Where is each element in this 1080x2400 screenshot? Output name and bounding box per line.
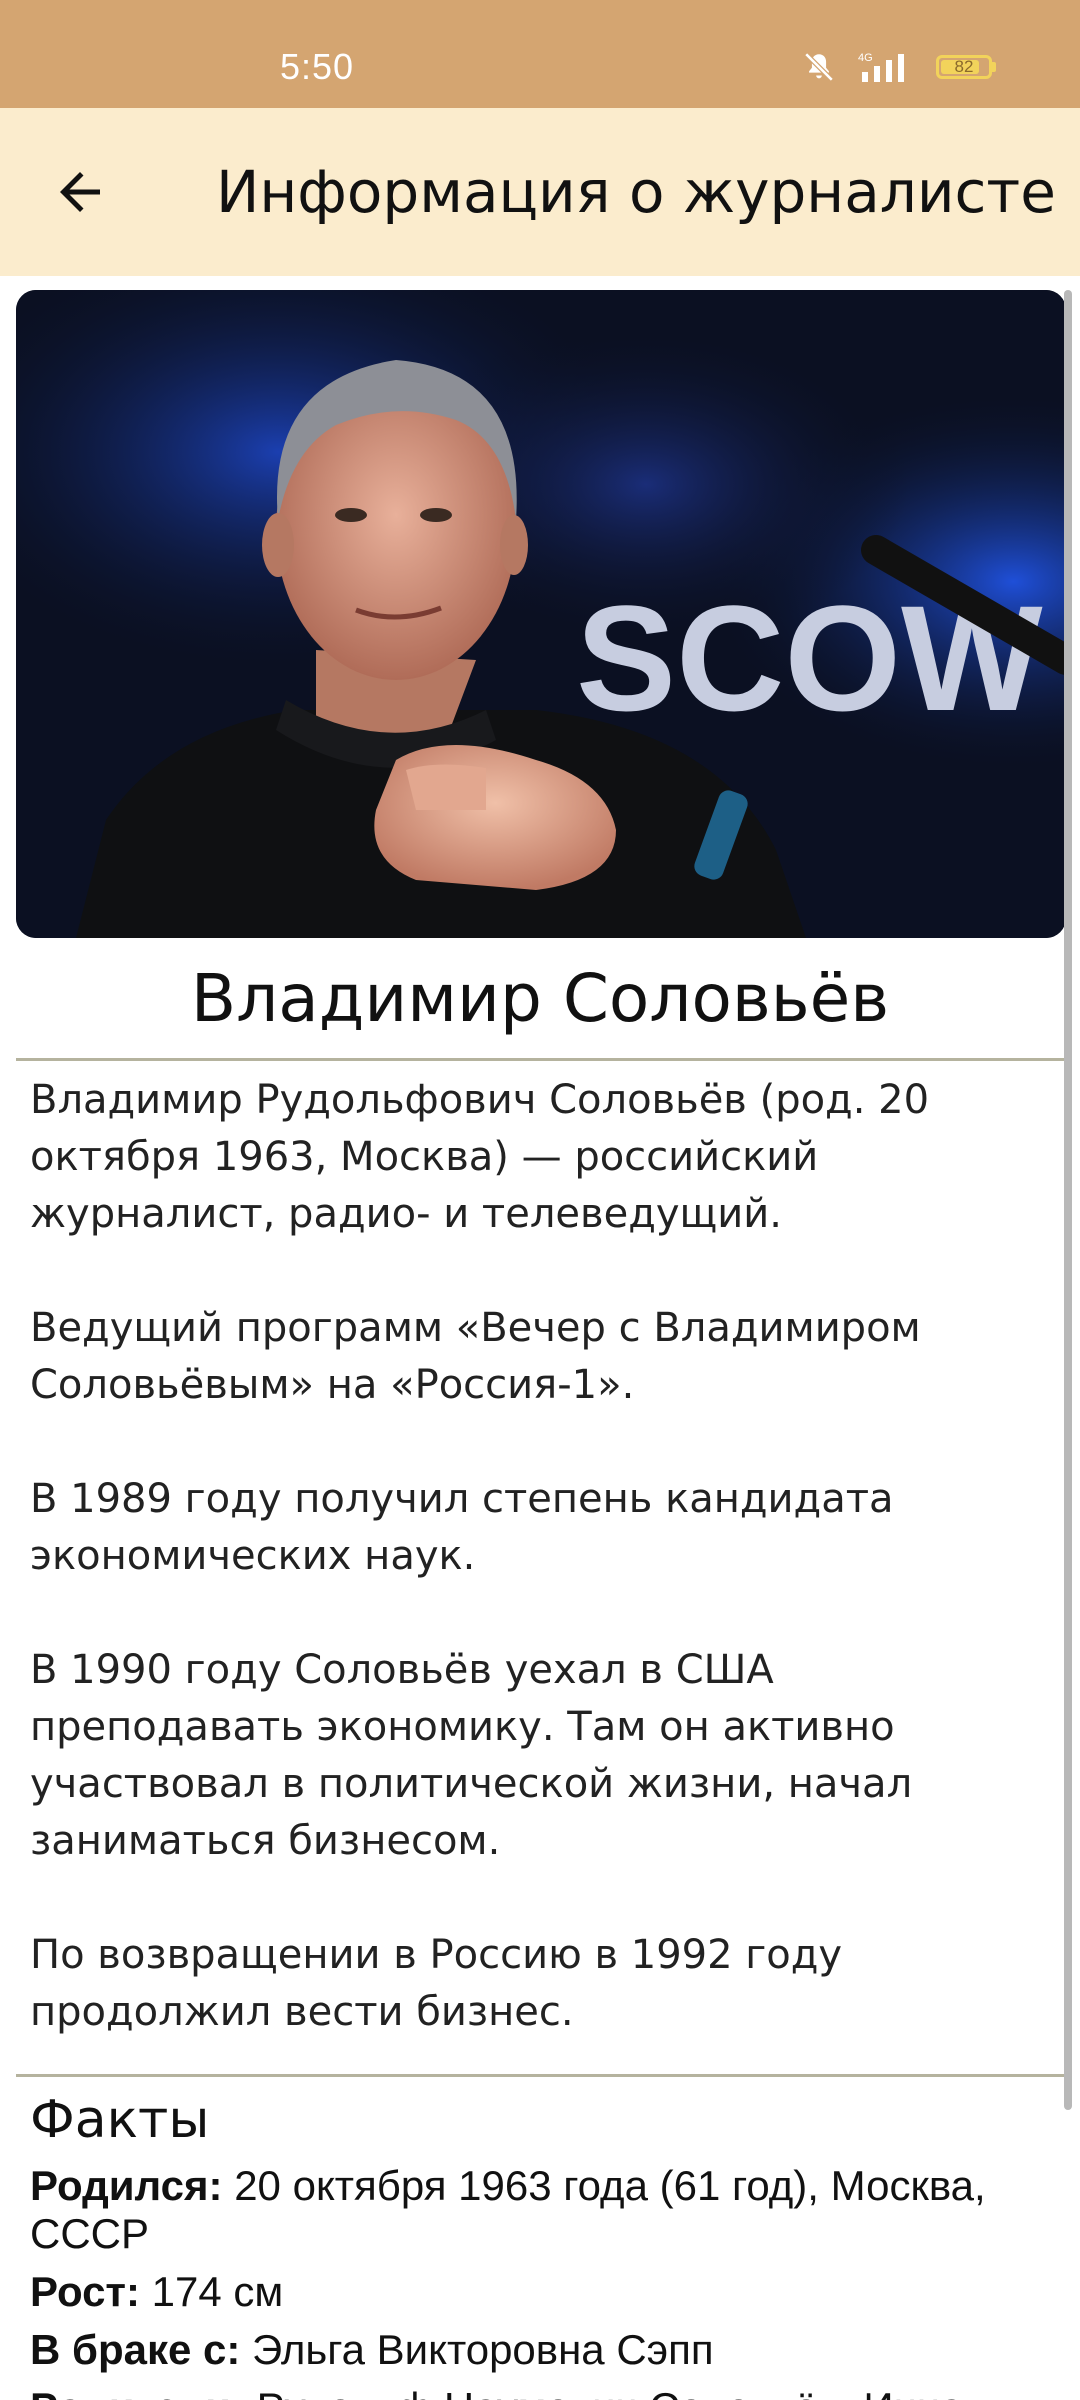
scrollbar[interactable] [1064,290,1072,2110]
fact-value: 174 см [139,2268,284,2315]
page-title: Информация о журналисте [216,158,1056,226]
fact-label: Родился: [30,2162,223,2209]
fact-label: Родители: [30,2384,245,2400]
battery-level-text: 82 [954,57,974,76]
facts-list: Родился: 20 октября 1963 года (61 год), … [30,2162,1050,2400]
fact-label: В браке с: [30,2326,241,2373]
bell-muted-icon [802,50,836,84]
bio-paragraph: В 1989 году получил степень кандидата эк… [30,1476,894,1579]
fact-label: Рост: [30,2268,140,2315]
status-icons: 4G 82 [802,50,996,84]
status-time: 5:50 [280,46,355,87]
fact-item: Рост: 174 см [30,2268,1050,2316]
bio-paragraph: Владимир Рудольфович Соловьёв (род. 20 о… [30,1077,930,1237]
status-bar: 5:50 4G 82 [0,0,1080,108]
divider [16,2074,1066,2077]
fact-item: Родился: 20 октября 1963 года (61 год), … [30,2162,1050,2258]
fact-value: Эльга Викторовна Сэпп [240,2326,714,2373]
journalist-photo: SCOW [16,290,1066,938]
journalist-detail[interactable]: SCOW Владимир Соловьёв Владимир Рудольфо… [0,276,1080,2400]
journalist-name: Владимир Соловьёв [190,960,890,1037]
bio-paragraph: В 1990 году Соловьёв уехал в США препода… [30,1647,913,1864]
facts-heading: Факты [30,2090,210,2150]
signal-icon: 4G [856,50,916,84]
divider [16,1058,1066,1061]
network-label: 4G [858,52,873,64]
app-bar: Информация о журналисте [0,108,1080,276]
fact-item: В браке с: Эльга Викторовна Сэпп [30,2326,1050,2374]
bio-paragraph: Ведущий программ «Вечер с Владимиром Сол… [30,1305,921,1408]
back-button[interactable] [40,152,120,232]
fact-value: Рудольф Наумович Соловьёв, Инна [245,2384,964,2400]
arrow-left-icon [60,172,100,212]
battery-icon: 82 [936,55,996,79]
fact-item: Родители: Рудольф Наумович Соловьёв, Инн… [30,2384,1050,2400]
biography: Владимир Рудольфович Соловьёв (род. 20 о… [30,1072,1050,2041]
bio-paragraph: По возвращении в Россию в 1992 году прод… [30,1932,843,2035]
